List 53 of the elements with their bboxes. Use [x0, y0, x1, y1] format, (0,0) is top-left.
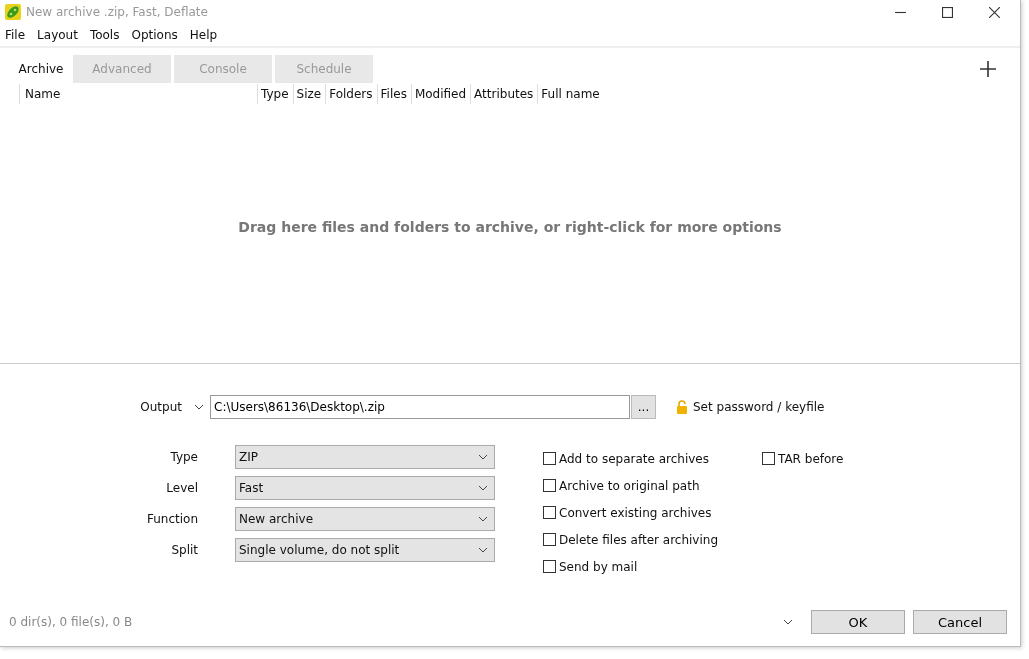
checkbox-label[interactable]: Send by mail	[559, 559, 638, 574]
column-header[interactable]: Name	[19, 84, 257, 104]
chevron-down-icon	[478, 516, 488, 522]
menu-item[interactable]: Help	[189, 28, 218, 42]
column-header[interactable]: Modified	[410, 84, 471, 104]
chevron-down-icon	[478, 454, 488, 460]
column-header[interactable]: Attributes	[470, 84, 538, 104]
maximize-icon[interactable]	[942, 6, 953, 18]
checkbox[interactable]	[543, 479, 556, 492]
checkbox-label[interactable]: TAR before	[778, 451, 844, 466]
dropdown[interactable]: ZIP	[235, 445, 495, 469]
output-path-field[interactable]: C:\Users\86136\Desktop\.zip	[210, 395, 630, 419]
ok-button[interactable]: OK	[811, 610, 905, 634]
field-label: Level	[165, 481, 198, 495]
menu-item[interactable]: Options	[131, 28, 178, 42]
checkbox[interactable]	[543, 506, 556, 519]
cancel-button[interactable]: Cancel	[913, 610, 1007, 634]
checkbox[interactable]	[543, 533, 556, 546]
dropdown[interactable]: Single volume, do not split	[235, 538, 495, 562]
checkbox-label[interactable]: Add to separate archives	[559, 451, 709, 466]
chevron-down-icon[interactable]	[783, 619, 793, 625]
checkbox[interactable]	[543, 452, 556, 465]
column-header[interactable]: Folders	[325, 84, 377, 104]
padlock-icon	[676, 400, 688, 414]
app-logo-icon	[5, 4, 21, 20]
dropdown[interactable]: New archive	[235, 507, 495, 531]
checkbox-label[interactable]: Convert existing archives	[559, 505, 712, 520]
column-header[interactable]: Files	[376, 84, 411, 104]
chevron-down-icon	[478, 547, 488, 553]
menu-item[interactable]: File	[5, 28, 26, 42]
menu-item[interactable]: Layout	[37, 28, 78, 42]
field-label: Output	[139, 400, 183, 414]
column-header[interactable]: Size	[292, 84, 326, 104]
checkbox-label[interactable]: Archive to original path	[559, 478, 700, 493]
menu-item[interactable]: Tools	[89, 28, 120, 42]
checkbox-label[interactable]: Delete files after archiving	[559, 532, 718, 547]
set-password-link[interactable]: Set password / keyfile	[693, 400, 825, 414]
field-label: Type	[169, 450, 198, 464]
field-label: Function	[145, 512, 198, 526]
empty-list-hint: Drag here files and folders to archive, or right-click for more options	[238, 219, 782, 237]
field-label: Split	[170, 543, 198, 557]
checkbox[interactable]	[543, 560, 556, 573]
close-icon[interactable]	[989, 6, 1000, 18]
column-header[interactable]: Type	[257, 84, 293, 104]
dropdown[interactable]: Fast	[235, 476, 495, 500]
status-text: 0 dir(s), 0 file(s), 0 B	[9, 615, 133, 629]
add-icon[interactable]	[980, 61, 996, 77]
checkbox[interactable]	[762, 452, 775, 465]
window-title: New archive .zip, Fast, Deflate	[26, 5, 208, 19]
column-header[interactable]: Full name	[537, 84, 604, 104]
chevron-down-icon	[478, 485, 488, 491]
chevron-down-icon[interactable]	[194, 404, 204, 410]
browse-button[interactable]: ...	[631, 395, 656, 419]
